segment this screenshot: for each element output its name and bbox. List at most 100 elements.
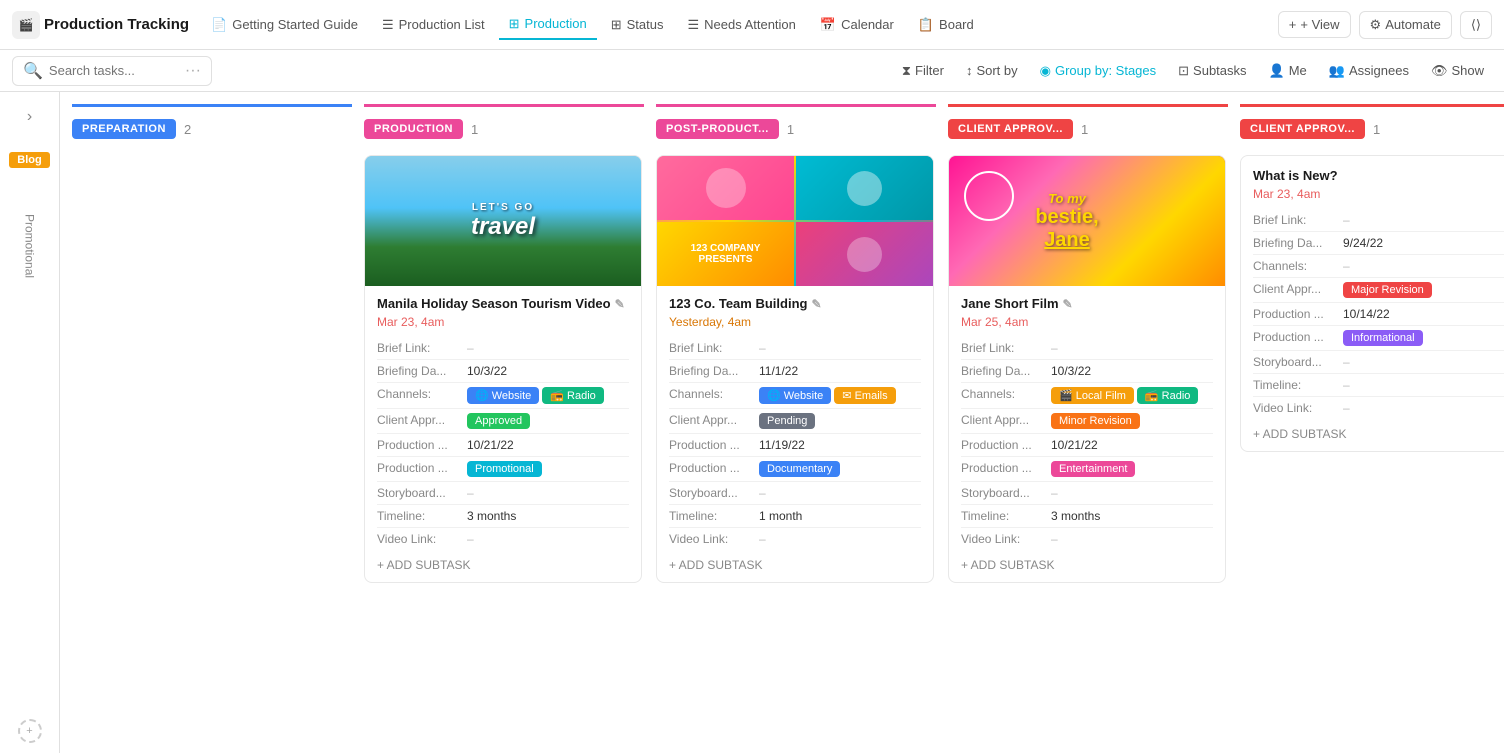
card-date-whatsnew: Mar 23, 4am: [1253, 187, 1504, 201]
card-title-company: 123 Co. Team Building ✎: [669, 296, 921, 311]
tab-calendar[interactable]: 📅 Calendar: [810, 11, 904, 39]
card-row-channels-company: Channels: 🌐 Website ✉ Emails: [669, 383, 921, 409]
sort-button[interactable]: ↕ Sort by: [958, 59, 1026, 82]
column-preparation: PREPARATION 2: [72, 104, 352, 741]
top-nav: 🎬 Production Tracking 📄 Getting Started …: [0, 0, 1504, 50]
card-row-brief-whatsnew: Brief Link: –: [1253, 209, 1504, 232]
stage-badge-preparation: PREPARATION: [72, 119, 176, 139]
card-title-manila: Manila Holiday Season Tourism Video ✎: [377, 296, 629, 311]
card-row-client-manila: Client Appr... Approved: [377, 409, 629, 434]
card-row-prod-type-company: Production ... Documentary: [669, 457, 921, 482]
card-row-channels-jane: Channels: 🎬 Local Film 📻 Radio: [961, 383, 1213, 409]
column-header-preparation: PREPARATION 2: [72, 113, 352, 145]
card-row-brief-manila: Brief Link: –: [377, 337, 629, 360]
add-subtask-company[interactable]: + ADD SUBTASK: [657, 550, 933, 572]
sidebar-item-promotional[interactable]: Promotional: [22, 214, 36, 278]
card-jane: To my bestie, Jane Jane Short Film ✎ Mar…: [948, 155, 1226, 583]
card-row-storyboard-company: Storyboard... –: [669, 482, 921, 505]
tag-documentary-company: Documentary: [759, 461, 840, 477]
filter-icon: ⧗: [902, 63, 911, 79]
stage-count-production: 1: [471, 122, 478, 137]
add-subtask-manila[interactable]: + ADD SUBTASK: [365, 550, 641, 572]
toolbar-right: ⧗ Filter ↕ Sort by ◉ Group by: Stages ⊡ …: [894, 59, 1492, 83]
tab-production[interactable]: ⊞ Production: [499, 10, 597, 40]
tag-radio-jane: 📻 Radio: [1137, 387, 1199, 404]
card-row-video-whatsnew: Video Link: –: [1253, 397, 1504, 419]
search-input[interactable]: [49, 63, 179, 78]
more-icon[interactable]: ···: [185, 62, 201, 80]
column-header-client: CLIENT APPROV... 1: [948, 113, 1228, 145]
card-row-prod-date-manila: Production ... 10/21/22: [377, 434, 629, 457]
blog-badge: Blog: [9, 152, 49, 168]
add-subtask-jane[interactable]: + ADD SUBTASK: [949, 550, 1225, 572]
column-scroll-whatsnew: What is New? Mar 23, 4am Brief Link: – B…: [1240, 155, 1504, 741]
stage-badge-whatsnew: CLIENT APPROV...: [1240, 119, 1365, 139]
sidebar-toggle[interactable]: ›: [21, 102, 38, 132]
edit-icon-manila[interactable]: ✎: [615, 297, 625, 311]
add-subtask-whatsnew[interactable]: + ADD SUBTASK: [1241, 419, 1504, 441]
group-icon: ◉: [1040, 63, 1051, 79]
automate-icon: ⚙: [1370, 17, 1382, 33]
tag-approved-manila: Approved: [467, 413, 530, 429]
search-box[interactable]: 🔍 ···: [12, 56, 212, 86]
tag-major-revision-whatsnew: Major Revision: [1343, 282, 1432, 298]
card-body-manila: Manila Holiday Season Tourism Video ✎ Ma…: [365, 286, 641, 550]
tag-website-manila: 🌐 Website: [467, 387, 539, 404]
subtasks-icon: ⊡: [1178, 63, 1189, 79]
tag-local-film-jane: 🎬 Local Film: [1051, 387, 1134, 404]
edit-icon-jane[interactable]: ✎: [1063, 297, 1073, 311]
edit-icon-company[interactable]: ✎: [811, 297, 821, 311]
tab-status[interactable]: ⊞ Status: [601, 11, 674, 39]
card-row-channels-manila: Channels: 🌐 Website 📻 Radio: [377, 383, 629, 409]
subtasks-button[interactable]: ⊡ Subtasks: [1170, 59, 1254, 83]
stage-badge-post: POST-PRODUCT...: [656, 119, 779, 139]
card-row-briefing-company: Briefing Da... 11/1/22: [669, 360, 921, 383]
sidebar: › Blog Promotional +: [0, 92, 60, 753]
calendar-icon: 📅: [820, 17, 836, 33]
tab-board[interactable]: 📋 Board: [908, 11, 984, 39]
card-image-manila: LET'S GO travel: [365, 156, 641, 286]
tab-getting-started[interactable]: 📄 Getting Started Guide: [201, 11, 368, 39]
card-row-prod-type-jane: Production ... Entertainment: [961, 457, 1213, 482]
nav-right: + + View ⚙ Automate ⟨⟩: [1278, 11, 1492, 39]
column-scroll-production: LET'S GO travel Manila Holiday Season To…: [364, 155, 644, 741]
tab-production-list[interactable]: ☰ Production List: [372, 11, 495, 39]
group-button[interactable]: ◉ Group by: Stages: [1032, 59, 1165, 83]
stage-badge-production: PRODUCTION: [364, 119, 463, 139]
filter-button[interactable]: ⧗ Filter: [894, 59, 952, 83]
card-row-briefing-whatsnew: Briefing Da... 9/24/22: [1253, 232, 1504, 255]
card-row-briefing-manila: Briefing Da... 10/3/22: [377, 360, 629, 383]
share-button[interactable]: ⟨⟩: [1460, 11, 1492, 39]
card-row-briefing-jane: Briefing Da... 10/3/22: [961, 360, 1213, 383]
toolbar: 🔍 ··· ⧗ Filter ↕ Sort by ◉ Group by: Sta…: [0, 50, 1504, 92]
card-title-jane: Jane Short Film ✎: [961, 296, 1213, 311]
card-image-jane: To my bestie, Jane: [949, 156, 1225, 286]
card-row-prod-date-jane: Production ... 10/21/22: [961, 434, 1213, 457]
card-body-company: 123 Co. Team Building ✎ Yesterday, 4am B…: [657, 286, 933, 550]
add-section-button[interactable]: +: [18, 719, 42, 743]
card-whatsnew: What is New? Mar 23, 4am Brief Link: – B…: [1240, 155, 1504, 452]
card-row-prod-date-company: Production ... 11/19/22: [669, 434, 921, 457]
card-date-company: Yesterday, 4am: [669, 315, 921, 329]
column-header-post: POST-PRODUCT... 1: [656, 113, 936, 145]
view-button[interactable]: + + View: [1278, 11, 1351, 38]
attention-icon: ☰: [687, 17, 699, 33]
automate-button[interactable]: ⚙ Automate: [1359, 11, 1452, 39]
card-row-brief-jane: Brief Link: –: [961, 337, 1213, 360]
stage-count-client: 1: [1081, 122, 1088, 137]
me-button[interactable]: 👤 Me: [1261, 59, 1315, 83]
card-row-client-company: Client Appr... Pending: [669, 409, 921, 434]
card-row-video-company: Video Link: –: [669, 528, 921, 550]
stage-count-post: 1: [787, 122, 794, 137]
show-button[interactable]: 👁 Show: [1423, 59, 1492, 83]
list-icon: ☰: [382, 17, 394, 33]
sort-icon: ↕: [966, 63, 973, 78]
doc-icon: 📄: [211, 17, 227, 33]
board-icon: 📋: [918, 17, 934, 33]
assignees-button[interactable]: 👥 Assignees: [1321, 59, 1417, 83]
stage-count-preparation: 2: [184, 122, 191, 137]
card-row-video-jane: Video Link: –: [961, 528, 1213, 550]
card-row-prod-type-whatsnew: Production ... Informational: [1253, 326, 1504, 351]
tab-needs-attention[interactable]: ☰ Needs Attention: [677, 11, 805, 39]
column-scroll-post: 123 COMPANYPRESENTS 123 Co. Team Buildin…: [656, 155, 936, 741]
